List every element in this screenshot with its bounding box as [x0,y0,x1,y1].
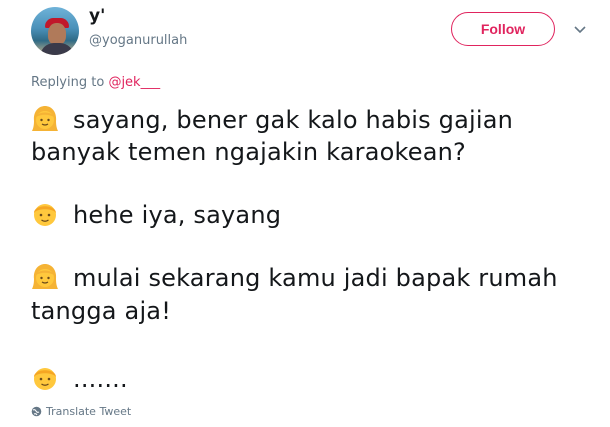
boy-emoji-icon [31,200,59,228]
user-handle[interactable]: @yoganurullah [89,33,187,48]
translate-tweet[interactable]: Translate Tweet [31,405,131,418]
tweet-line: mulai sekarang kamu jadi bapak rumah [31,263,558,293]
replying-to: Replying to @jek___ [31,75,160,90]
tweet-text: ....... [73,365,128,393]
tweet: y' @yoganurullah Follow Replying to @jek… [0,0,610,427]
tweet-line: tangga aja! [31,296,171,326]
avatar-face [48,23,66,45]
replying-to-label: Replying to [31,75,105,90]
follow-button[interactable]: Follow [451,12,555,46]
tweet-line: banyak temen ngajakin karaokean? [31,137,466,167]
display-name[interactable]: y' [89,6,105,26]
tweet-text: banyak temen ngajakin karaokean? [31,138,466,166]
tweet-line: ....... [31,364,128,394]
tweet-text: sayang, bener gak kalo habis gajian [73,106,514,134]
girl-emoji-icon [31,105,59,133]
tweet-text: tangga aja! [31,297,172,325]
tweet-text: mulai sekarang kamu jadi bapak rumah [73,264,558,292]
chevron-down-icon[interactable] [571,22,589,36]
globe-icon [31,406,42,417]
tweet-line: hehe iya, sayang [31,200,281,230]
boy-emoji-icon [31,364,59,392]
tweet-text: hehe iya, sayang [73,201,282,229]
translate-label[interactable]: Translate Tweet [46,405,131,418]
avatar-body [40,43,74,55]
girl-emoji-icon [31,263,59,291]
tweet-line: sayang, bener gak kalo habis gajian [31,105,513,135]
avatar[interactable] [31,7,79,55]
mention-link[interactable]: @jek___ [108,75,160,90]
